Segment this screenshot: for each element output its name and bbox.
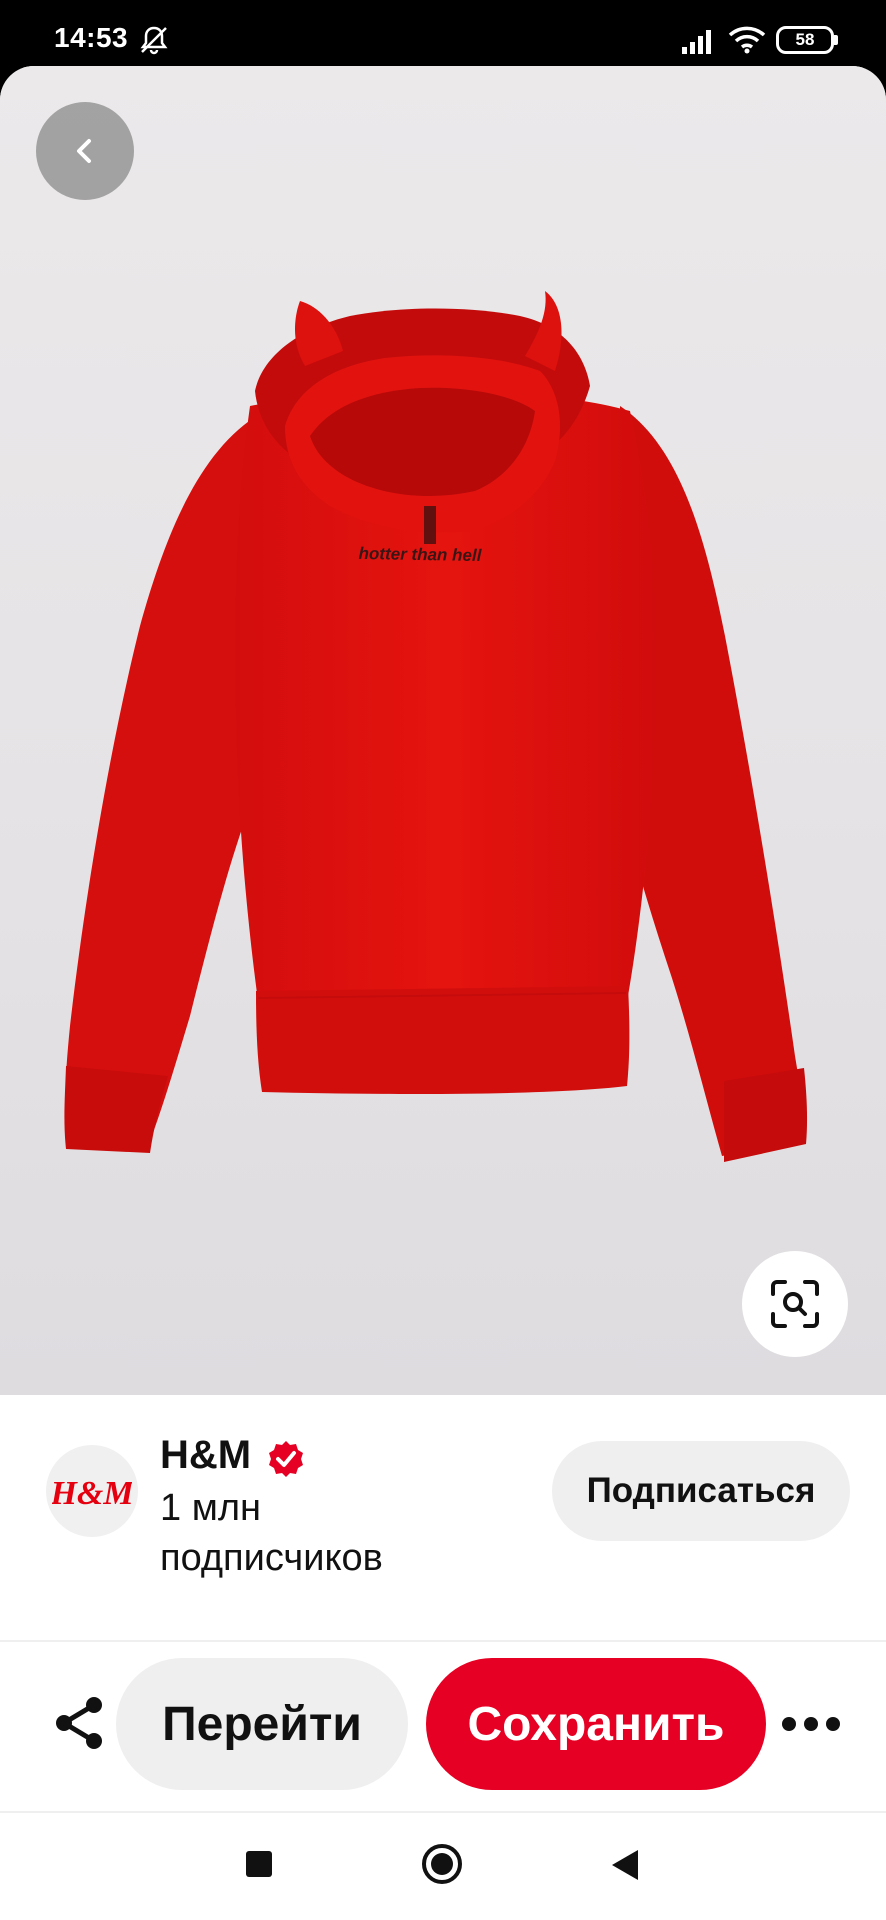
visit-button[interactable]: Перейти (116, 1658, 408, 1790)
status-time: 14:53 (54, 22, 129, 53)
hoodie-print-text: hotter than hell (358, 543, 482, 566)
lens-search-icon (771, 1280, 819, 1328)
hoodie-product-image (64, 291, 808, 1162)
bell-muted-icon (140, 26, 168, 55)
visual-search-button[interactable] (742, 1251, 848, 1357)
more-dots-icon[interactable] (768, 1686, 854, 1762)
signal-icon (682, 30, 711, 54)
follower-count: 1 млн подписчиков (160, 1487, 383, 1579)
verified-check-icon (269, 1441, 303, 1477)
triangle-back-icon[interactable] (610, 1848, 640, 1882)
creator-row: H&M H&M 1 млн подписчиков Подписаться (0, 1395, 886, 1635)
dot (782, 1717, 796, 1731)
dot (826, 1717, 840, 1731)
pin-detail-sheet: hotter than hell H&M H&M 1 млн подписчик… (0, 66, 886, 1920)
battery-icon: 58 (776, 26, 838, 54)
chevron-left-icon (77, 139, 91, 163)
wifi-icon (728, 26, 766, 54)
divider (0, 1640, 886, 1642)
pin-image[interactable]: hotter than hell (0, 66, 886, 1395)
follow-button[interactable]: Подписаться (552, 1441, 850, 1541)
system-nav-bar (0, 1813, 886, 1920)
save-button[interactable]: Сохранить (426, 1658, 766, 1790)
dot (804, 1717, 818, 1731)
back-button[interactable] (36, 102, 134, 200)
share-icon[interactable] (50, 1693, 110, 1753)
creator-avatar[interactable]: H&M (46, 1445, 138, 1537)
creator-name[interactable]: H&M (160, 1433, 251, 1478)
hm-logo: H&M (52, 1475, 132, 1512)
svg-text:H&M: H&M (52, 1475, 132, 1512)
circle-home-icon[interactable] (421, 1843, 463, 1885)
square-icon[interactable] (246, 1851, 272, 1877)
